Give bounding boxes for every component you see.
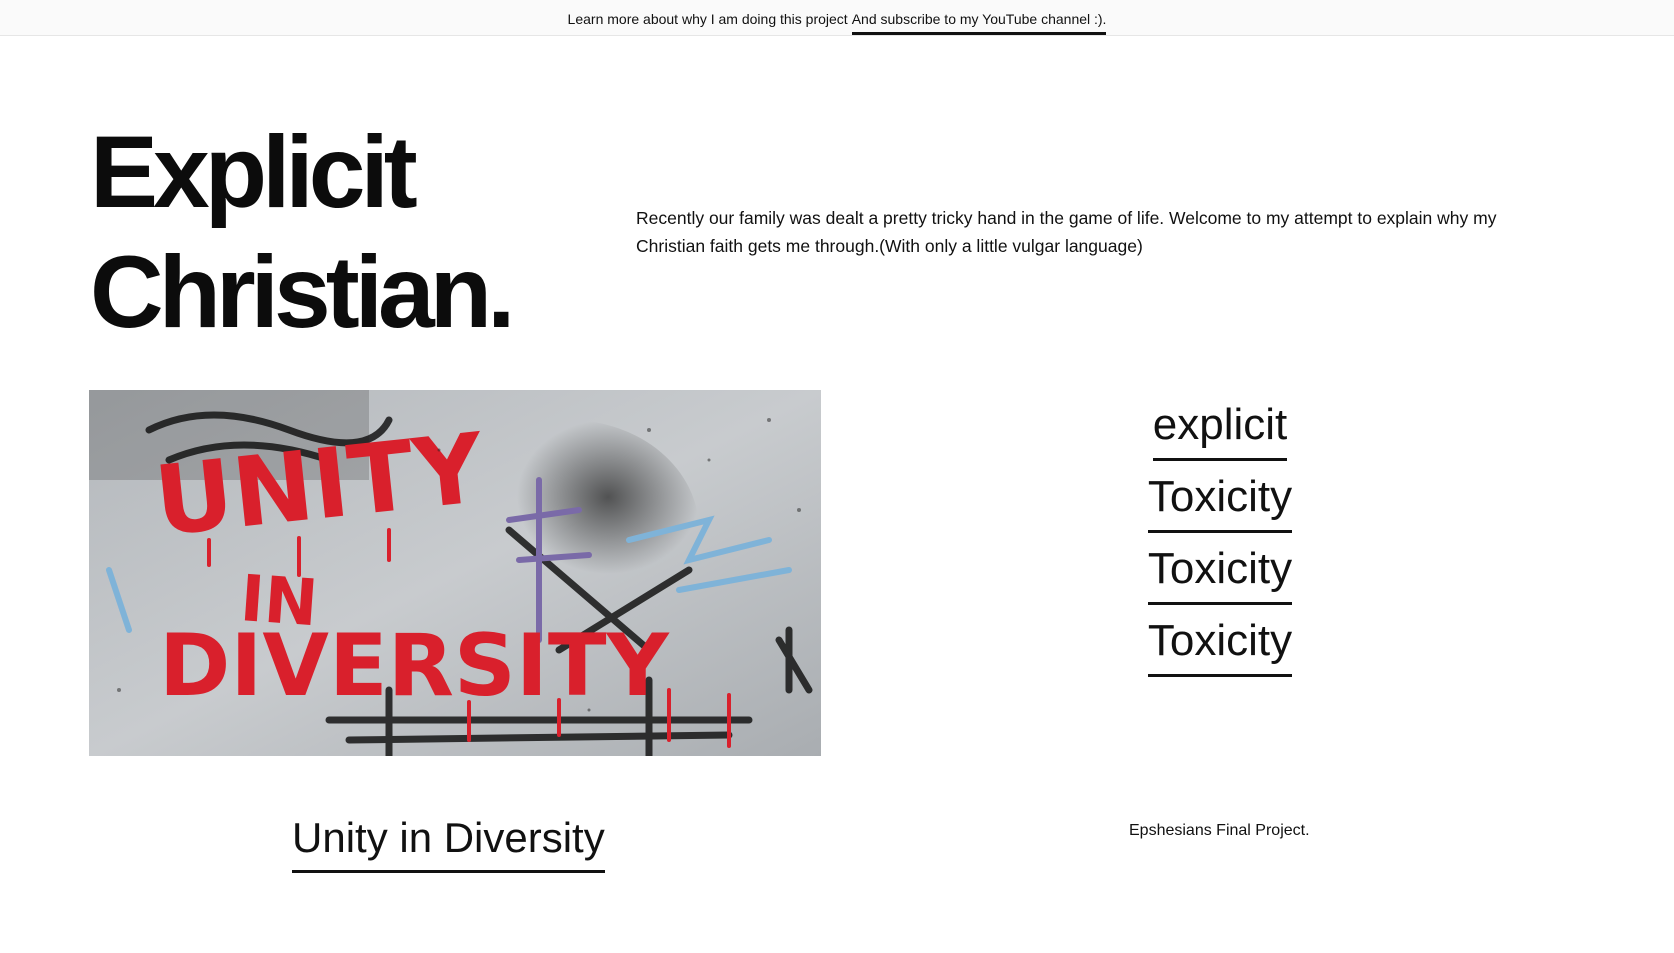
intro-paragraph: Recently our family was dealt a pretty t… bbox=[636, 208, 1497, 256]
page: Learn more about why I am doing this pro… bbox=[0, 0, 1674, 953]
announcement-bar: Learn more about why I am doing this pro… bbox=[0, 0, 1674, 36]
graffiti-illustration: UNITY IN DIVERSITY bbox=[89, 390, 821, 756]
link-toxicity-1[interactable]: Toxicity bbox=[1147, 470, 1293, 533]
link-explicit[interactable]: explicit bbox=[1152, 398, 1288, 461]
site-title-line-1: Explicit bbox=[90, 115, 418, 229]
site-title-line-2: Christian. bbox=[90, 235, 515, 349]
link-toxicity-2[interactable]: Toxicity bbox=[1147, 542, 1293, 605]
unity-in-diversity-link[interactable]: Unity in Diversity bbox=[292, 812, 605, 873]
site-title: Explicit Christian. bbox=[90, 112, 515, 352]
footer-note: Epshesians Final Project. bbox=[1129, 822, 1310, 839]
graffiti-word-diversity: DIVERSITY bbox=[159, 616, 671, 716]
youtube-subscribe-link[interactable]: And subscribe to my YouTube channel :). bbox=[851, 11, 1107, 35]
link-toxicity-3[interactable]: Toxicity bbox=[1147, 614, 1293, 677]
graffiti-image[interactable]: UNITY IN DIVERSITY bbox=[89, 390, 821, 756]
announcement-text: Learn more about why I am doing this pro… bbox=[567, 10, 848, 27]
topic-links: explicit Toxicity Toxicity Toxicity bbox=[1100, 398, 1340, 686]
